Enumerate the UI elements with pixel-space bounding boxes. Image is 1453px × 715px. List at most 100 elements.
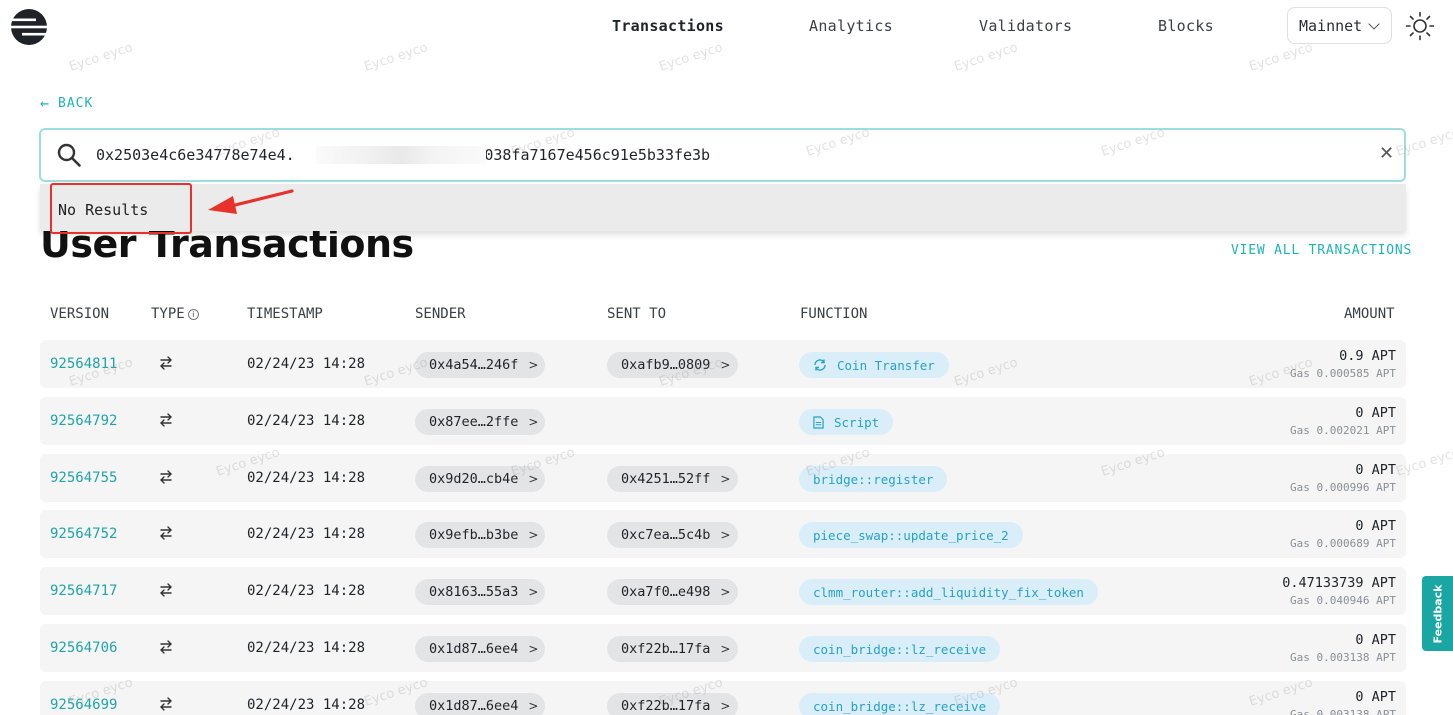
gas-fee: Gas 0.040946 APT xyxy=(1290,594,1396,607)
version-link[interactable]: 92564706 xyxy=(50,640,117,656)
nav-analytics[interactable]: Analytics xyxy=(809,17,893,35)
arrow-left-icon: ← xyxy=(40,94,51,112)
sender-address: 0x1d87…6ee4 xyxy=(429,641,519,657)
watermark-text: Eyco eyco xyxy=(657,40,725,75)
sender-address: 0x9d20…cb4e xyxy=(429,471,519,487)
timestamp: 02/24/23 14:28 xyxy=(247,356,366,372)
sent-to-address-button[interactable]: 0xa7f0…e498 > xyxy=(607,579,738,605)
sender-address-button[interactable]: 0x8163…55a3 > xyxy=(415,579,545,605)
watermark-text: Eyco eyco xyxy=(362,40,430,75)
function-label: coin_bridge::lz_receive xyxy=(813,641,987,657)
amount: 0 APT xyxy=(1355,689,1396,705)
function-label: Coin Transfer xyxy=(837,357,935,373)
function-badge: Coin Transfer xyxy=(799,352,949,378)
amount: 0.9 APT xyxy=(1339,348,1396,364)
sender-address: 0x8163…55a3 xyxy=(429,584,519,600)
chevron-down-icon xyxy=(1368,17,1380,30)
network-select[interactable]: Mainnet xyxy=(1287,7,1392,44)
transfer-type-icon xyxy=(158,581,174,599)
chevron-right-icon: > xyxy=(528,358,539,372)
gas-fee: Gas 0.003138 APT xyxy=(1290,708,1396,715)
chevron-right-icon: > xyxy=(528,585,539,599)
view-all-transactions-link[interactable]: VIEW ALL TRANSACTIONS xyxy=(1231,243,1412,258)
function-badge: Script xyxy=(799,409,894,435)
col-timestamp[interactable]: TIMESTAMP xyxy=(247,306,323,322)
function-label: clmm_router::add_liquidity_fix_token xyxy=(813,584,1084,600)
col-type[interactable]: TYPE i xyxy=(151,306,199,322)
info-icon[interactable]: i xyxy=(187,309,199,320)
amount: 0 APT xyxy=(1355,632,1396,648)
table-header: VERSION TYPE i TIMESTAMP SENDER SENT TO F… xyxy=(0,306,1453,324)
timestamp: 02/24/23 14:28 xyxy=(247,526,366,542)
col-amount[interactable]: AMOUNT xyxy=(1344,306,1395,322)
version-link[interactable]: 92564792 xyxy=(50,413,117,429)
chevron-right-icon: > xyxy=(720,528,731,542)
table-row[interactable]: 92564792 02/24/23 14:28 0x87ee…2ffe > Script… xyxy=(40,397,1406,445)
sent-to-address: 0xf22b…17fa xyxy=(621,641,711,657)
sender-address-button[interactable]: 0x87ee…2ffe > xyxy=(415,409,545,435)
sent-to-address-button[interactable]: 0x4251…52ff > xyxy=(607,466,738,492)
feedback-label: Feedback xyxy=(1431,584,1444,643)
sun-icon[interactable] xyxy=(1405,11,1435,41)
chevron-right-icon: > xyxy=(528,472,539,486)
chevron-right-icon: > xyxy=(528,699,539,713)
search-input[interactable] xyxy=(96,140,1356,170)
col-version[interactable]: VERSION xyxy=(50,306,109,322)
table-row[interactable]: 92564755 02/24/23 14:28 0x9d20…cb4e >0x4251… xyxy=(40,454,1406,502)
gas-fee: Gas 0.002021 APT xyxy=(1290,424,1396,437)
function-badge: clmm_router::add_liquidity_fix_token xyxy=(799,579,1098,605)
sent-to-address-button[interactable]: 0xafb9…0809 > xyxy=(607,352,738,378)
version-link[interactable]: 92564752 xyxy=(50,526,117,542)
chevron-right-icon: > xyxy=(528,642,539,656)
gas-fee: Gas 0.000689 APT xyxy=(1290,537,1396,550)
watermark-text: Eyco eyco xyxy=(1247,40,1315,75)
transfer-type-icon xyxy=(158,354,174,372)
nav-blocks[interactable]: Blocks xyxy=(1158,17,1214,35)
table-row[interactable]: 92564706 02/24/23 14:28 0x1d87…6ee4 >0xf22b… xyxy=(40,624,1406,672)
sender-address: 0x9efb…b3be xyxy=(429,527,519,543)
back-label: BACK xyxy=(58,95,94,111)
table-row[interactable]: 92564717 02/24/23 14:28 0x8163…55a3 >0xa7f0… xyxy=(40,567,1406,615)
table-row[interactable]: 92564699 02/24/23 14:28 0x1d87…6ee4 >0xf22b… xyxy=(40,681,1406,715)
sender-address-button[interactable]: 0x4a54…246f > xyxy=(415,352,545,378)
coin-transfer-icon xyxy=(813,358,837,372)
transfer-type-icon xyxy=(158,468,174,486)
sender-address-button[interactable]: 0x9efb…b3be > xyxy=(415,522,545,548)
sent-to-address-button[interactable]: 0xc7ea…5c4b > xyxy=(607,522,738,548)
sent-to-address: 0xa7f0…e498 xyxy=(621,584,711,600)
feedback-button[interactable]: Feedback xyxy=(1422,576,1453,651)
gas-fee: Gas 0.000996 APT xyxy=(1290,481,1396,494)
close-icon[interactable]: ✕ xyxy=(1379,143,1394,164)
sent-to-address-button[interactable]: 0xf22b…17fa > xyxy=(607,693,738,715)
chevron-right-icon: > xyxy=(528,528,539,542)
sent-to-address: 0xc7ea…5c4b xyxy=(621,527,711,543)
amount: 0 APT xyxy=(1355,405,1396,421)
nav-validators[interactable]: Validators xyxy=(979,17,1072,35)
chevron-right-icon: > xyxy=(720,472,731,486)
sender-address-button[interactable]: 0x1d87…6ee4 > xyxy=(415,636,545,662)
function-badge: coin_bridge::lz_receive xyxy=(799,636,1001,662)
sent-to-address-button[interactable]: 0xf22b…17fa > xyxy=(607,636,738,662)
sent-to-address: 0xf22b…17fa xyxy=(621,698,711,714)
search-icon xyxy=(57,143,81,167)
script-icon xyxy=(813,415,834,429)
sender-address-button[interactable]: 0x9d20…cb4e > xyxy=(415,466,545,492)
chevron-right-icon: > xyxy=(720,642,731,656)
chevron-right-icon: > xyxy=(720,585,731,599)
col-sent-to: SENT TO xyxy=(607,306,667,322)
version-link[interactable]: 92564755 xyxy=(50,470,117,486)
annotation-highlight-box xyxy=(50,183,192,234)
sender-address-button[interactable]: 0x1d87…6ee4 > xyxy=(415,693,545,715)
sent-to-address: 0xafb9…0809 xyxy=(621,357,711,373)
gas-fee: Gas 0.003138 APT xyxy=(1290,651,1396,664)
table-row[interactable]: 92564811 02/24/23 14:28 0x4a54…246f > 0xafb9… xyxy=(40,340,1406,388)
timestamp: 02/24/23 14:28 xyxy=(247,413,366,429)
back-button[interactable]: ← BACK xyxy=(40,94,93,112)
version-link[interactable]: 92564811 xyxy=(50,356,117,372)
function-label: bridge::register xyxy=(813,471,934,487)
nav-transactions[interactable]: Transactions xyxy=(612,17,724,35)
col-function: FUNCTION xyxy=(800,306,868,322)
version-link[interactable]: 92564699 xyxy=(50,697,117,713)
table-row[interactable]: 92564752 02/24/23 14:28 0x9efb…b3be >0xc7ea… xyxy=(40,510,1406,558)
version-link[interactable]: 92564717 xyxy=(50,583,117,599)
